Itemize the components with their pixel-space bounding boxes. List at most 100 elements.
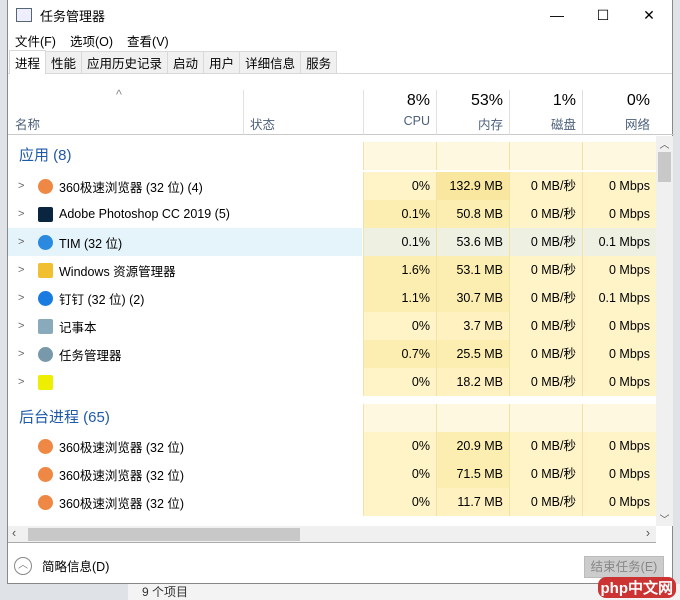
cpu-cell: 0.7% bbox=[363, 340, 436, 368]
task-manager-window: 任务管理器 — ☐ ✕ 文件(F) 选项(O) 查看(V) 进程 性能 应用历史… bbox=[7, 0, 674, 584]
process-row[interactable]: > Adobe Photoshop CC 2019 (5) 0.1% 50.8 MB 0… bbox=[8, 200, 656, 228]
footer: ︿ 简略信息(D) 结束任务(E) bbox=[8, 544, 674, 584]
cpu-cell: 0% bbox=[363, 312, 436, 340]
tab-app-history[interactable]: 应用历史记录 bbox=[81, 51, 169, 73]
net-cell: 0 Mbps bbox=[582, 172, 656, 200]
column-header: ^ 名称 状态 8% CPU 53% 内存 1% 磁盘 0% 网络 bbox=[8, 88, 674, 135]
close-button[interactable]: ✕ bbox=[626, 0, 672, 30]
mem-cell: 132.9 MB bbox=[436, 172, 509, 200]
column-status[interactable]: 状态 bbox=[243, 90, 363, 135]
process-name-cell: > bbox=[8, 368, 362, 396]
disk-cell: 0 MB/秒 bbox=[509, 312, 582, 340]
photoshop-icon bbox=[38, 206, 53, 222]
menu-options[interactable]: 选项(O) bbox=[70, 31, 113, 50]
column-memory[interactable]: 53% 内存 bbox=[436, 90, 509, 135]
process-row[interactable]: > 钉钉 (32 位) (2) 1.1% 30.7 MB 0 MB/秒 0.1 Mbps bbox=[8, 284, 656, 312]
column-disk[interactable]: 1% 磁盘 bbox=[509, 90, 582, 135]
tab-processes[interactable]: 进程 bbox=[9, 50, 47, 74]
fewer-details-button[interactable]: ︿ 简略信息(D) bbox=[14, 556, 109, 575]
cpu-cell: 0.1% bbox=[363, 228, 436, 256]
process-row[interactable]: 360极速浏览器 (32 位) 0% 20.9 MB 0 MB/秒 0 Mbps bbox=[8, 432, 656, 460]
tab-users[interactable]: 用户 bbox=[203, 51, 241, 73]
mem-cell: 30.7 MB bbox=[436, 284, 509, 312]
scroll-up-icon[interactable]: ︿ bbox=[656, 136, 673, 151]
scroll-right-icon[interactable]: › bbox=[646, 526, 650, 540]
process-name-cell: > TIM (32 位) bbox=[8, 228, 362, 256]
horizontal-scrollbar[interactable]: ‹ › bbox=[8, 526, 656, 543]
scroll-down-icon[interactable]: ﹀ bbox=[656, 511, 673, 526]
maximize-button[interactable]: ☐ bbox=[580, 0, 626, 30]
minimize-button[interactable]: — bbox=[534, 0, 580, 30]
process-name: Adobe Photoshop CC 2019 (5) bbox=[59, 207, 230, 221]
expand-chevron-icon[interactable]: > bbox=[18, 264, 24, 276]
process-name: 任务管理器 bbox=[59, 348, 122, 363]
column-cpu[interactable]: 8% CPU bbox=[363, 90, 436, 135]
vertical-scroll-thumb[interactable] bbox=[658, 152, 671, 182]
process-row[interactable]: > 记事本 0% 3.7 MB 0 MB/秒 0 Mbps bbox=[8, 312, 656, 340]
process-row[interactable]: > 任务管理器 0.7% 25.5 MB 0 MB/秒 0 Mbps bbox=[8, 340, 656, 368]
mem-cell: 25.5 MB bbox=[436, 340, 509, 368]
process-name: TIM (32 位) bbox=[59, 236, 123, 251]
browser-360-icon bbox=[38, 178, 53, 194]
menu-file[interactable]: 文件(F) bbox=[15, 31, 56, 50]
fewer-details-label: 简略信息(D) bbox=[42, 560, 110, 574]
process-name: 钉钉 (32 位) (2) bbox=[59, 292, 145, 307]
menu-view[interactable]: 查看(V) bbox=[127, 31, 169, 50]
mem-cell: 11.7 MB bbox=[436, 488, 509, 516]
expand-chevron-icon[interactable]: > bbox=[18, 348, 24, 360]
process-row[interactable]: >360极速浏览器 (32 位) (4) 0% 132.9 MB 0 MB/秒 0 Mb… bbox=[8, 172, 656, 200]
process-name-cell: > Adobe Photoshop CC 2019 (5) bbox=[8, 200, 362, 228]
group-cell bbox=[582, 404, 656, 432]
horizontal-scroll-thumb[interactable] bbox=[28, 528, 300, 541]
tab-details[interactable]: 详细信息 bbox=[239, 51, 302, 73]
end-task-button[interactable]: 结束任务(E) bbox=[584, 556, 664, 578]
process-name: 360极速浏览器 (32 位) bbox=[59, 468, 185, 483]
column-network[interactable]: 0% 网络 bbox=[582, 90, 656, 135]
process-name-cell: > 记事本 bbox=[8, 312, 362, 340]
process-list: 应用 (8) >360极速浏览器 (32 位) (4) 0% 132.9 MB 0 MB… bbox=[8, 136, 656, 526]
collapse-icon: ︿ bbox=[14, 556, 32, 575]
net-cell: 0 Mbps bbox=[582, 488, 656, 516]
group-title: 应用 (8) bbox=[19, 147, 72, 164]
expand-chevron-icon[interactable]: > bbox=[18, 376, 24, 388]
group-cell bbox=[582, 142, 656, 170]
column-name[interactable]: ^ 名称 bbox=[8, 88, 243, 135]
task-manager-icon bbox=[38, 346, 53, 362]
network-label: 网络 bbox=[624, 118, 650, 132]
expand-chevron-icon[interactable]: > bbox=[18, 208, 24, 220]
title-bar: 任务管理器 — ☐ ✕ bbox=[8, 0, 672, 30]
mem-cell: 3.7 MB bbox=[436, 312, 509, 340]
group-cell bbox=[436, 142, 509, 170]
net-cell: 0.1 Mbps bbox=[582, 284, 656, 312]
scroll-left-icon[interactable]: ‹ bbox=[12, 526, 16, 540]
expand-chevron-icon[interactable]: > bbox=[18, 180, 24, 192]
column-status-label: 状态 bbox=[250, 118, 276, 132]
expand-chevron-icon[interactable]: > bbox=[18, 292, 24, 304]
net-cell: 0.1 Mbps bbox=[582, 228, 656, 256]
vertical-scrollbar[interactable]: ︿ ﹀ bbox=[656, 136, 673, 526]
disk-total: 1% bbox=[552, 92, 576, 109]
process-row[interactable]: >0% 18.2 MB 0 MB/秒 0 Mbps bbox=[8, 368, 656, 396]
disk-cell: 0 MB/秒 bbox=[509, 432, 582, 460]
net-cell: 0 Mbps bbox=[582, 200, 656, 228]
group-cell bbox=[436, 404, 509, 432]
process-row[interactable]: 360极速浏览器 (32 位) 0% 11.7 MB 0 MB/秒 0 Mbps bbox=[8, 488, 656, 516]
tab-startup[interactable]: 启动 bbox=[167, 51, 205, 73]
expand-chevron-icon[interactable]: > bbox=[18, 320, 24, 332]
mem-cell: 18.2 MB bbox=[436, 368, 509, 396]
cpu-total: 8% bbox=[406, 92, 430, 109]
process-row[interactable]: 360极速浏览器 (32 位) 0% 71.5 MB 0 MB/秒 0 Mbps bbox=[8, 460, 656, 488]
process-name: 360极速浏览器 (32 位) (4) bbox=[59, 180, 203, 195]
notepad-icon bbox=[38, 318, 53, 334]
process-row[interactable]: > Windows 资源管理器 1.6% 53.1 MB 0 MB/秒 0 Mbps bbox=[8, 256, 656, 284]
tab-services[interactable]: 服务 bbox=[300, 51, 338, 73]
process-row[interactable]: > TIM (32 位) 0.1% 53.6 MB 0 MB/秒 0.1 Mbps bbox=[8, 228, 656, 256]
tab-performance[interactable]: 性能 bbox=[45, 51, 83, 73]
process-name-cell: >360极速浏览器 (32 位) (4) bbox=[8, 172, 362, 200]
expand-chevron-icon[interactable]: > bbox=[18, 236, 24, 248]
cpu-cell: 0.1% bbox=[363, 200, 436, 228]
process-name-cell: 360极速浏览器 (32 位) bbox=[8, 432, 362, 460]
memory-total: 53% bbox=[470, 92, 503, 109]
disk-label: 磁盘 bbox=[550, 118, 576, 132]
task-manager-icon bbox=[16, 8, 32, 22]
